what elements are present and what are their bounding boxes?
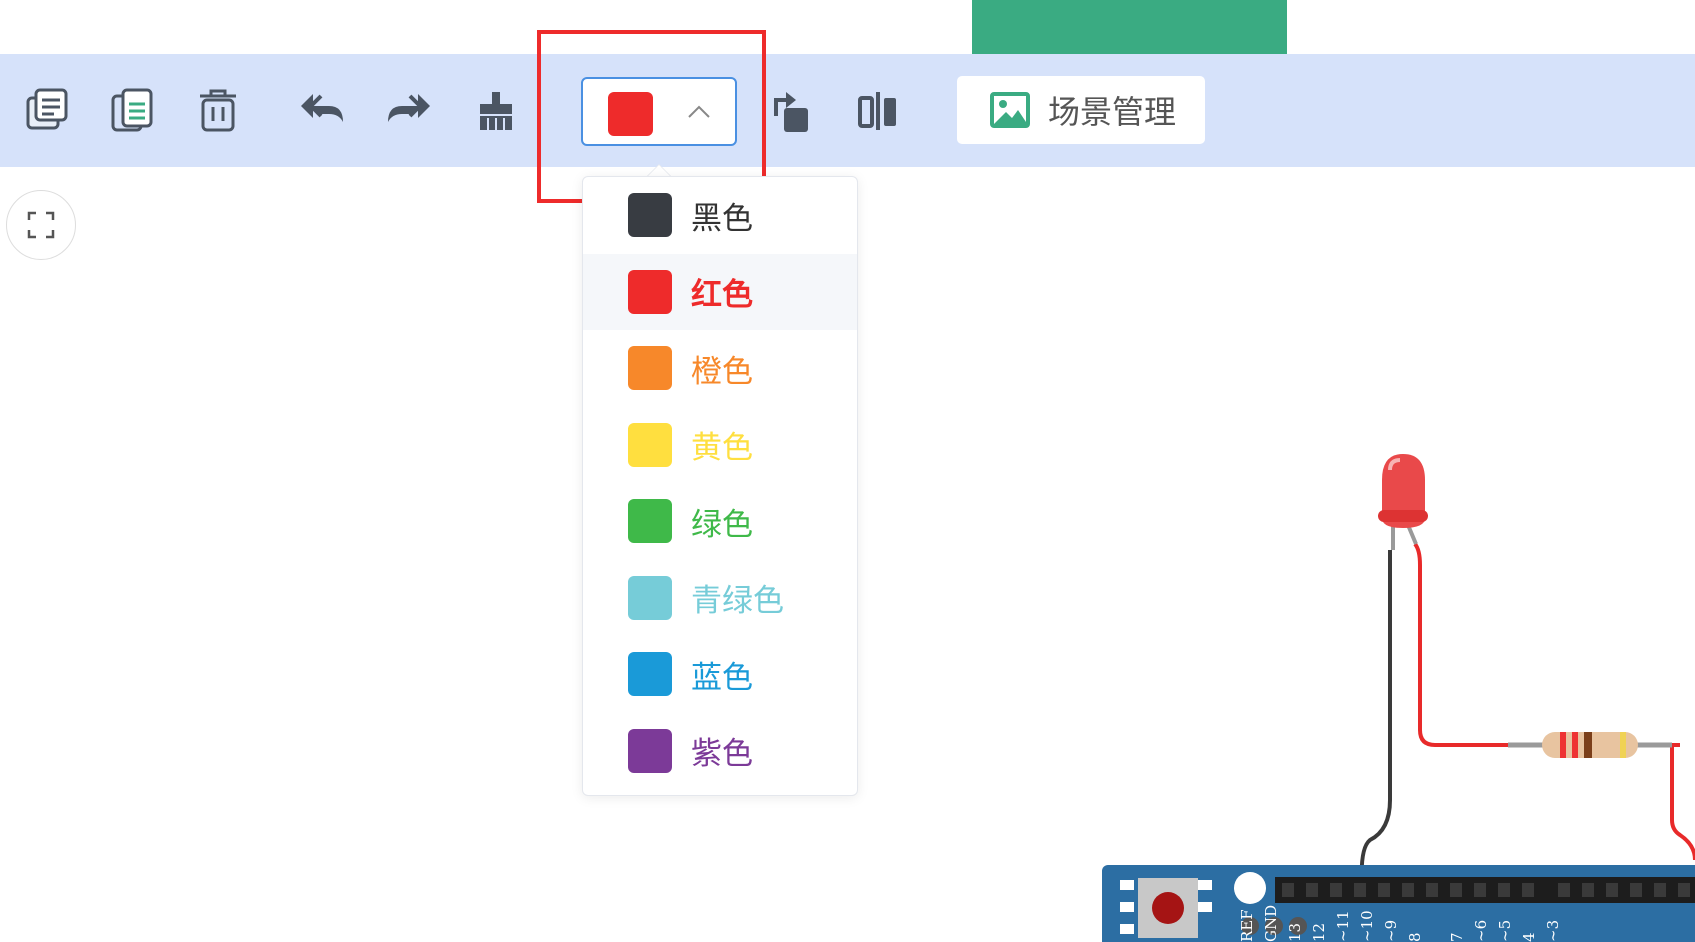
pin-label: ~3	[1544, 920, 1562, 942]
scene-management-button[interactable]: 场景管理	[957, 76, 1205, 144]
header-pin	[1450, 883, 1462, 897]
delete-icon[interactable]	[192, 84, 244, 136]
color-label: 青绿色	[691, 583, 784, 620]
scene-management-label: 场景管理	[1048, 93, 1177, 131]
selected-color-swatch	[608, 92, 653, 136]
color-option-cyan[interactable]: 青绿色	[583, 560, 857, 637]
color-option-green[interactable]: 绿色	[583, 483, 857, 560]
header-pin	[1498, 883, 1510, 897]
pin-label: ~11	[1334, 910, 1352, 942]
resistor-component[interactable]	[1508, 732, 1672, 758]
circuit-canvas: REF GND 13 12 ~11 ~10 ~9 8 7 ~6 ~5 4 ~3	[1102, 454, 1695, 942]
color-dropdown: 黑色 红色 橙色 黄色 绿色 青绿色 蓝色 紫色	[582, 176, 858, 796]
rotate-icon[interactable]	[766, 84, 818, 136]
undo-icon[interactable]	[297, 84, 349, 136]
red-wire[interactable]	[1413, 542, 1508, 747]
header-pin	[1606, 883, 1618, 897]
color-label: 红色	[691, 277, 753, 314]
color-label: 蓝色	[691, 659, 753, 696]
header-pin	[1426, 883, 1438, 897]
fullscreen-icon	[27, 211, 55, 239]
pin-label: ~5	[1496, 920, 1514, 942]
color-label: 黄色	[691, 430, 753, 467]
color-label: 橙色	[691, 353, 753, 390]
color-option-yellow[interactable]: 黄色	[583, 407, 857, 484]
color-select[interactable]	[581, 77, 737, 146]
color-option-blue[interactable]: 蓝色	[583, 636, 857, 713]
toolbar: 场景管理	[0, 54, 1695, 167]
color-swatch	[628, 193, 672, 238]
header-pin	[1582, 883, 1594, 897]
pin-label: REF	[1238, 909, 1256, 942]
header-pin	[1354, 883, 1366, 897]
redo-icon[interactable]	[382, 84, 434, 136]
color-swatch	[628, 422, 672, 467]
color-label: 黑色	[691, 200, 753, 237]
top-bar	[0, 0, 1695, 54]
header-pin	[1558, 883, 1570, 897]
color-option-purple[interactable]: 紫色	[583, 713, 857, 790]
color-option-orange[interactable]: 橙色	[583, 330, 857, 407]
header-pin	[1474, 883, 1486, 897]
pin-label: ~10	[1358, 910, 1376, 942]
color-swatch	[628, 652, 672, 697]
active-tab[interactable]	[972, 0, 1287, 54]
color-label: 绿色	[691, 506, 753, 543]
color-swatch	[628, 346, 672, 391]
color-swatch	[628, 728, 672, 773]
black-wire[interactable]	[1359, 550, 1392, 886]
fullscreen-button[interactable]	[6, 190, 76, 260]
header-pin	[1522, 883, 1534, 897]
pin-label: 13	[1286, 923, 1304, 942]
red-wire-right[interactable]	[1670, 743, 1695, 861]
pin-label: 12	[1310, 923, 1328, 942]
header-pin	[1330, 883, 1342, 897]
pin-label: ~6	[1472, 920, 1490, 942]
image-icon	[990, 92, 1030, 128]
color-label: 紫色	[691, 736, 753, 773]
color-swatch	[628, 575, 672, 620]
color-swatch	[628, 499, 672, 544]
pin-label: 4	[1520, 932, 1538, 942]
color-swatch	[628, 269, 672, 314]
pin-label: GND	[1262, 905, 1280, 942]
header-pin	[1402, 883, 1414, 897]
clean-brush-icon[interactable]	[470, 84, 522, 136]
header-pin	[1306, 883, 1318, 897]
led-component[interactable]	[1378, 454, 1428, 550]
header-pin	[1378, 883, 1390, 897]
header-pin	[1678, 883, 1690, 897]
header-pin	[1654, 883, 1666, 897]
copy-icon[interactable]	[22, 84, 74, 136]
header-pin	[1282, 883, 1294, 897]
pin-label: 8	[1406, 932, 1424, 942]
paste-icon[interactable]	[107, 84, 159, 136]
pin-label: 7	[1448, 932, 1466, 942]
pin-label: ~9	[1382, 920, 1400, 942]
color-option-red[interactable]: 红色	[583, 253, 857, 330]
header-pin	[1630, 883, 1642, 897]
flip-icon[interactable]	[852, 84, 904, 136]
color-option-black[interactable]: 黑色	[583, 177, 857, 254]
chevron-up-icon	[688, 105, 710, 118]
